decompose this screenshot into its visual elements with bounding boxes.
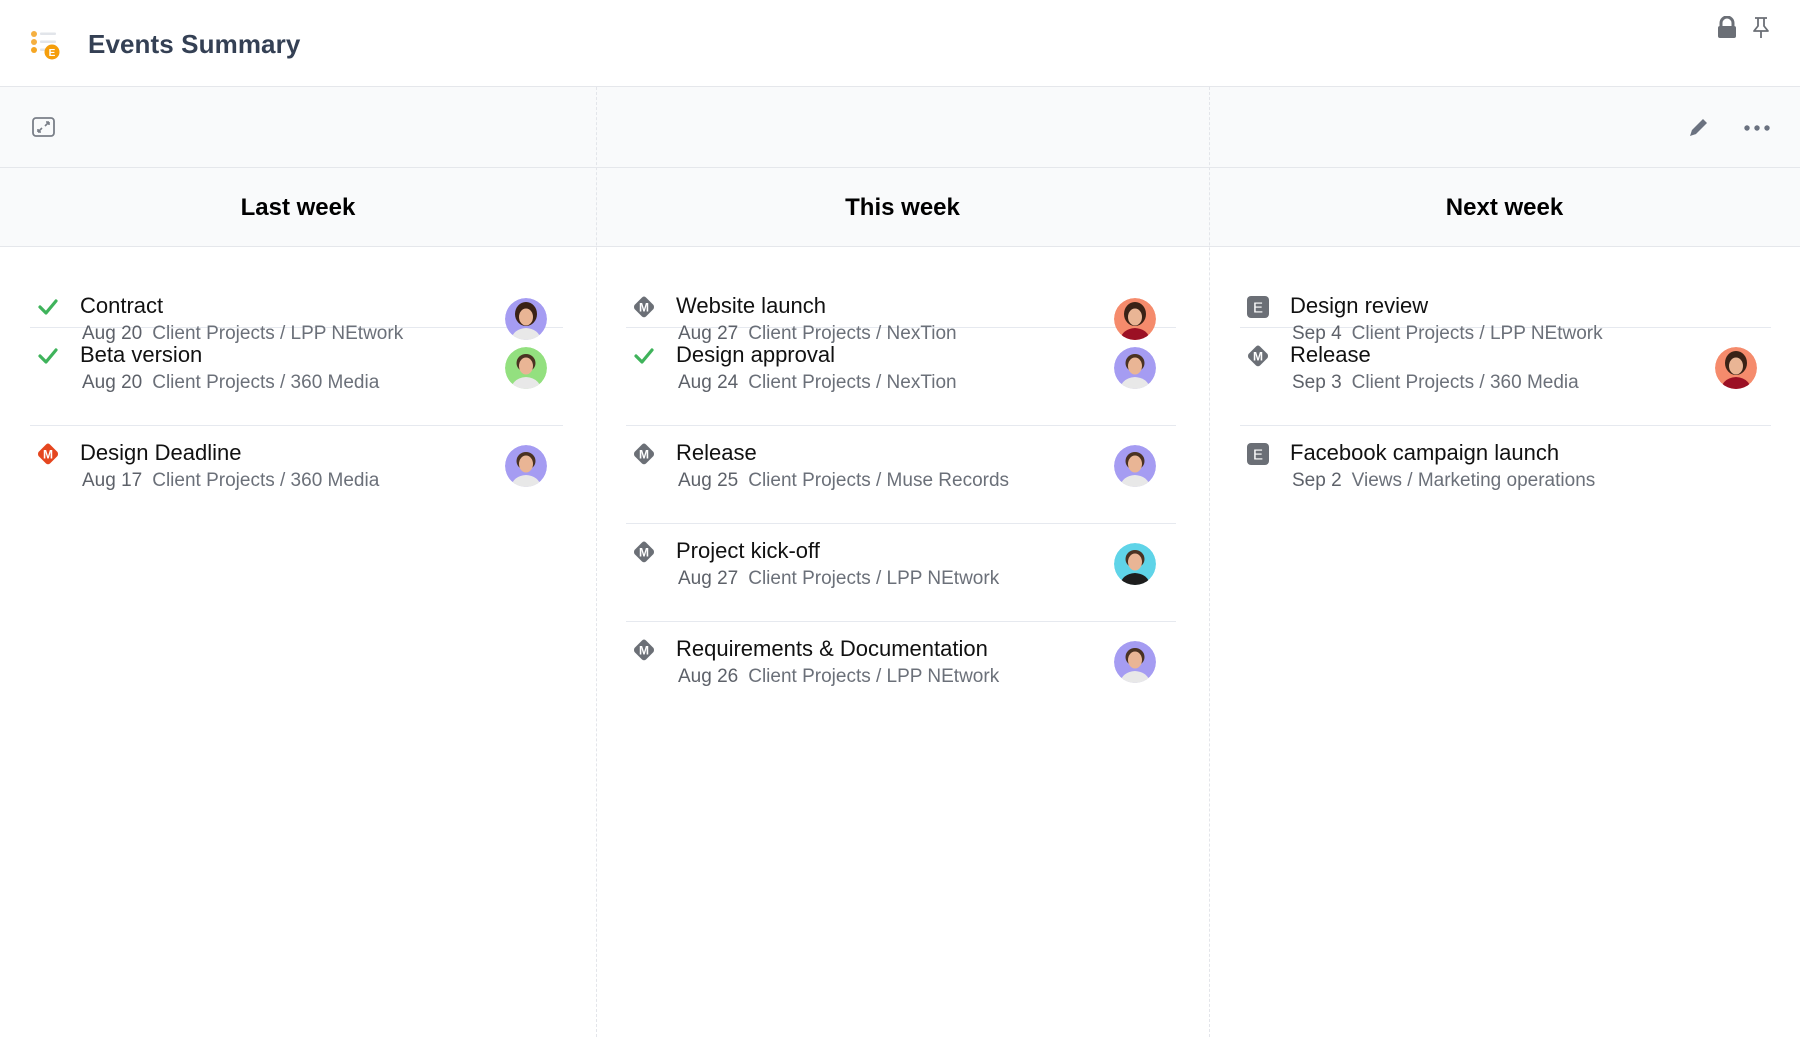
svg-text:M: M xyxy=(639,545,649,559)
svg-text:M: M xyxy=(639,447,649,461)
event-date: Aug 20 xyxy=(82,372,143,393)
svg-text:M: M xyxy=(639,300,649,314)
svg-text:M: M xyxy=(1253,349,1263,363)
event-title[interactable]: Website launch xyxy=(676,293,826,319)
event-title[interactable]: Facebook campaign launch xyxy=(1290,440,1559,466)
svg-text:E: E xyxy=(1253,300,1263,317)
toolbar xyxy=(0,87,1800,168)
event-date: Aug 24 xyxy=(678,372,739,393)
event-date: Sep 3 xyxy=(1292,372,1342,393)
svg-text:M: M xyxy=(43,447,53,461)
event-date: Aug 27 xyxy=(678,568,739,589)
event-path[interactable]: Client Projects / 360 Media xyxy=(1352,372,1579,393)
avatar[interactable] xyxy=(505,347,547,389)
pencil-icon[interactable] xyxy=(1688,116,1710,138)
milestone-icon: M xyxy=(634,541,654,563)
event-badge-icon: E xyxy=(1247,443,1269,465)
event-row[interactable]: E Design review Sep 4 Client Projects / LPP… xyxy=(1240,230,1771,344)
event-row[interactable]: M Release Sep 3 Client Projects / 360 Media xyxy=(1240,328,1771,426)
lock-icon[interactable] xyxy=(1716,16,1738,40)
column-next-week: E Design review Sep 4 Client Projects / LPP… xyxy=(1240,230,1771,524)
check-icon xyxy=(38,299,58,315)
event-meta: Aug 25 Client Projects / Muse Records xyxy=(678,470,1009,492)
event-meta: Aug 27 Client Projects / LPP NEtwork xyxy=(678,568,999,590)
pin-icon[interactable] xyxy=(1750,16,1772,40)
avatar[interactable] xyxy=(505,445,547,487)
event-meta: Sep 2 Views / Marketing operations xyxy=(1292,470,1595,492)
event-path[interactable]: Client Projects / 360 Media xyxy=(152,470,379,491)
svg-text:E: E xyxy=(49,48,56,59)
app-header: E Events Summary xyxy=(0,0,1800,87)
column-last-week: Contract Aug 20 Client Projects / LPP NEtw… xyxy=(30,230,563,524)
event-title[interactable]: Beta version xyxy=(80,342,202,368)
event-row[interactable]: M Project kick-off Aug 27 Client Projects /… xyxy=(626,524,1176,622)
milestone-icon: M xyxy=(634,296,654,318)
event-row[interactable]: M Requirements & Documentation Aug 26 Clien… xyxy=(626,622,1176,720)
event-path[interactable]: Client Projects / LPP NEtwork xyxy=(748,666,999,687)
event-date: Aug 17 xyxy=(82,470,143,491)
event-title[interactable]: Design approval xyxy=(676,342,835,368)
column-divider xyxy=(596,87,597,1037)
milestone-icon: M xyxy=(1248,345,1268,367)
milestone-icon: M xyxy=(634,639,654,661)
event-title[interactable]: Contract xyxy=(80,293,163,319)
event-title[interactable]: Release xyxy=(676,440,757,466)
event-path[interactable]: Views / Marketing operations xyxy=(1352,470,1596,491)
event-path[interactable]: Client Projects / Muse Records xyxy=(748,470,1009,491)
event-path[interactable]: Client Projects / NexTion xyxy=(748,372,956,393)
milestone-icon: M xyxy=(634,443,654,465)
check-icon xyxy=(38,348,58,364)
avatar[interactable] xyxy=(1114,445,1156,487)
svg-text:E: E xyxy=(1253,447,1263,464)
event-title[interactable]: Design Deadline xyxy=(80,440,241,466)
event-row[interactable]: Beta version Aug 20 Client Projects / 360 … xyxy=(30,328,563,426)
event-row[interactable]: M Release Aug 25 Client Projects / Muse Rec… xyxy=(626,426,1176,524)
event-row[interactable]: Design approval Aug 24 Client Projects / N… xyxy=(626,328,1176,426)
svg-text:M: M xyxy=(639,643,649,657)
event-badge-icon: E xyxy=(1247,296,1269,318)
event-date: Sep 2 xyxy=(1292,470,1342,491)
avatar[interactable] xyxy=(1715,347,1757,389)
avatar[interactable] xyxy=(1114,347,1156,389)
event-path[interactable]: Client Projects / 360 Media xyxy=(152,372,379,393)
event-date: Aug 26 xyxy=(678,666,739,687)
event-meta: Aug 20 Client Projects / 360 Media xyxy=(82,372,379,394)
more-horizontal-icon[interactable] xyxy=(1744,125,1770,131)
event-title[interactable]: Release xyxy=(1290,342,1371,368)
event-meta: Aug 24 Client Projects / NexTion xyxy=(678,372,957,394)
avatar[interactable] xyxy=(1114,641,1156,683)
event-title[interactable]: Requirements & Documentation xyxy=(676,636,988,662)
column-divider xyxy=(1209,87,1210,1037)
event-row[interactable]: M Design Deadline Aug 17 Client Projects / … xyxy=(30,426,563,524)
event-path[interactable]: Client Projects / LPP NEtwork xyxy=(748,568,999,589)
page-title: Events Summary xyxy=(88,29,301,59)
check-icon xyxy=(634,348,654,364)
event-title[interactable]: Project kick-off xyxy=(676,538,820,564)
event-meta: Aug 26 Client Projects / LPP NEtwork xyxy=(678,666,999,688)
event-row[interactable]: Contract Aug 20 Client Projects / LPP NEtw… xyxy=(30,230,563,344)
milestone-overdue-icon: M xyxy=(38,443,58,465)
list-events-icon: E xyxy=(31,31,60,60)
event-row[interactable]: M Website launch Aug 27 Client Projects / N… xyxy=(626,230,1176,344)
event-meta: Aug 17 Client Projects / 360 Media xyxy=(82,470,379,492)
event-date: Aug 25 xyxy=(678,470,739,491)
event-title[interactable]: Design review xyxy=(1290,293,1428,319)
event-row[interactable]: E Facebook campaign launch Sep 2 Views / Ma… xyxy=(1240,426,1771,524)
expand-icon[interactable] xyxy=(32,117,55,137)
avatar[interactable] xyxy=(1114,543,1156,585)
column-this-week: M Website launch Aug 27 Client Projects / N… xyxy=(626,230,1176,720)
event-meta: Sep 3 Client Projects / 360 Media xyxy=(1292,372,1579,394)
